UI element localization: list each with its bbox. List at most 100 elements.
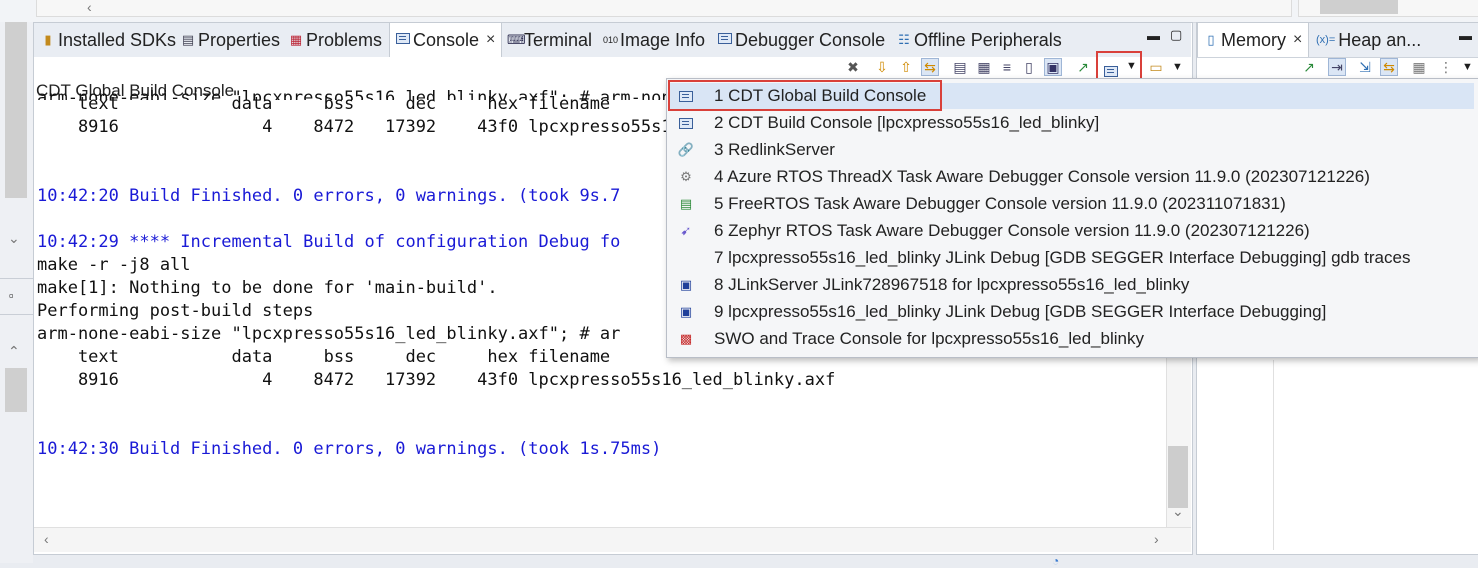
- terminal-icon: ⌨: [507, 32, 526, 47]
- console-horizontal-scrollbar[interactable]: ‹ ›: [34, 527, 1191, 552]
- menu-item-label: 3 RedlinkServer: [714, 140, 835, 159]
- tab-heap[interactable]: (x)= Heap an...: [1316, 23, 1421, 57]
- debugger-console-icon: [718, 33, 732, 47]
- pin-console-icon[interactable]: ▦: [975, 58, 993, 76]
- gutter-divider: [0, 278, 33, 279]
- chevron-down-icon[interactable]: ▼: [1462, 61, 1473, 73]
- chevron-down-icon[interactable]: ▼: [1172, 61, 1183, 73]
- tab-debugger-console[interactable]: Debugger Console: [718, 23, 885, 57]
- scroll-right-icon[interactable]: ›: [1154, 532, 1159, 546]
- left-scroll-thumb[interactable]: [5, 22, 27, 198]
- menu-item-10[interactable]: ▩ SWO and Trace Console for lpcxpresso55s…: [670, 326, 1474, 352]
- tab-label: Memory: [1221, 29, 1287, 50]
- menu-item-8[interactable]: ▣ 8 JLinkServer JLink728967518 for lpcxpr…: [670, 272, 1474, 298]
- tab-memory[interactable]: ▯ Memory ×: [1197, 23, 1310, 57]
- menu-item-6[interactable]: ➹ 6 Zephyr RTOS Task Aware Debugger Conso…: [670, 218, 1474, 244]
- tab-label: Debugger Console: [735, 29, 886, 50]
- tab-console[interactable]: Console ×: [389, 23, 503, 57]
- close-icon[interactable]: ×: [1293, 31, 1302, 49]
- list-icon[interactable]: ≡: [998, 58, 1016, 76]
- scroll-down-icon[interactable]: ⌄: [8, 231, 20, 245]
- previous-icon[interactable]: ⇧: [897, 58, 915, 76]
- restore-icon[interactable]: ▫: [9, 288, 14, 303]
- tab-label: Console: [413, 29, 480, 50]
- tab-problems[interactable]: ▦ Problems: [289, 23, 382, 57]
- menu-highlight-box: [668, 80, 942, 111]
- menu-item-7[interactable]: 7 lpcxpresso55s16_led_blinky JLink Debug…: [670, 245, 1474, 271]
- menu-item-label: 9 lpcxpresso55s16_led_blinky JLink Debug…: [714, 302, 1327, 321]
- tab-label: Image Info: [620, 29, 706, 50]
- tab-label: Terminal: [524, 29, 593, 50]
- console-line: 10:42:30 Build Finished. 0 errors, 0 war…: [37, 439, 662, 459]
- scroll-left-icon[interactable]: ‹: [87, 0, 92, 14]
- scroll-up-icon[interactable]: ⌃: [8, 344, 20, 358]
- menu-item-label: 6 Zephyr RTOS Task Aware Debugger Consol…: [714, 221, 1310, 240]
- menu-item-9[interactable]: ▣ 9 lpcxpresso55s16_led_blinky JLink Debu…: [670, 299, 1474, 325]
- tab-image-info[interactable]: 010 Image Info: [603, 23, 705, 57]
- freertos-icon: ▤: [679, 196, 693, 211]
- console-icon: [396, 33, 410, 47]
- tab-label: Heap an...: [1338, 29, 1422, 50]
- scroll-lock-icon[interactable]: ⇆: [921, 58, 939, 76]
- jlink-icon: ▣: [679, 304, 693, 319]
- open-console-icon[interactable]: ↗: [1074, 58, 1092, 76]
- top-horizontal-scrollbar[interactable]: ‹: [36, 0, 1292, 17]
- add-monitor-icon[interactable]: ↗: [1300, 58, 1318, 76]
- redlink-icon: 🔗: [677, 142, 695, 157]
- document-icon[interactable]: ▯: [1020, 58, 1038, 76]
- tab-terminal[interactable]: ⌨ Terminal: [507, 23, 592, 57]
- close-icon[interactable]: ×: [486, 31, 495, 49]
- jlink-icon: ▣: [679, 277, 693, 292]
- right-top-scroll-thumb[interactable]: [1320, 0, 1398, 14]
- menu-item-5[interactable]: ▤ 5 FreeRTOS Task Aware Debugger Console …: [670, 191, 1474, 217]
- properties-icon: ▤: [181, 32, 195, 47]
- menu-item-3[interactable]: 🔗 3 RedlinkServer: [670, 137, 1474, 163]
- scroll-down-icon[interactable]: ⌄: [1172, 504, 1184, 518]
- blank-icon: [676, 250, 696, 266]
- menu-item-label: 2 CDT Build Console [lpcxpresso55s16_led…: [714, 113, 1100, 132]
- menu-item-4[interactable]: ⚙ 4 Azure RTOS ThreadX Task Aware Debugge…: [670, 164, 1474, 190]
- toggle-icon[interactable]: ⇥: [1328, 58, 1346, 76]
- export-icon[interactable]: ⇲: [1356, 58, 1374, 76]
- tab-offline-peripherals[interactable]: ☷ Offline Peripherals: [897, 23, 1062, 57]
- next-icon[interactable]: ⇩: [873, 58, 891, 76]
- console-toolbar: [34, 57, 1191, 79]
- memory-monitor-list[interactable]: [1197, 360, 1274, 550]
- clear-console-icon[interactable]: ✖: [844, 58, 862, 76]
- gear-icon: ⚙: [680, 169, 692, 184]
- variable-icon: (x)=: [1316, 34, 1336, 46]
- minimize-icon[interactable]: ▬: [1147, 28, 1160, 43]
- status-icon: ◔: [1052, 554, 1060, 568]
- menu-icon[interactable]: ⋮: [1437, 58, 1455, 76]
- menu-item-label: 8 JLinkServer JLink728967518 for lpcxpre…: [714, 275, 1190, 294]
- problems-icon: ▦: [289, 32, 303, 47]
- maximize-icon[interactable]: ▢: [1170, 27, 1182, 43]
- menu-item-2[interactable]: 2 CDT Build Console [lpcxpresso55s16_led…: [670, 110, 1474, 136]
- tab-label: Properties: [198, 29, 281, 50]
- tab-properties[interactable]: ▤ Properties: [181, 23, 280, 57]
- memory-icon: ▯: [1207, 32, 1215, 47]
- menu-item-label: SWO and Trace Console for lpcxpresso55s1…: [714, 329, 1144, 348]
- peripherals-icon: ☷: [898, 32, 910, 47]
- image-info-icon: 010: [603, 35, 619, 45]
- swo-icon: ▩: [679, 331, 693, 346]
- word-wrap-icon[interactable]: ▤: [951, 58, 969, 76]
- menu-item-label: 7 lpcxpresso55s16_led_blinky JLink Debug…: [714, 248, 1411, 267]
- tab-label: Installed SDKs: [58, 29, 177, 50]
- show-on-output-icon[interactable]: ▣: [1044, 58, 1062, 76]
- minimize-icon[interactable]: ▬: [1459, 28, 1472, 43]
- left-scroll-thumb-2[interactable]: [5, 368, 27, 412]
- console-line: 8916 4 8472 17392 43f0 lpcxpresso55s16_l…: [37, 370, 836, 390]
- zephyr-icon: ➹: [680, 223, 692, 238]
- scroll-left-icon[interactable]: ‹: [44, 532, 49, 546]
- chevron-down-icon[interactable]: ▼: [1126, 60, 1137, 72]
- console-scroll-thumb[interactable]: [1168, 446, 1188, 508]
- new-console-icon[interactable]: ▭: [1147, 58, 1165, 76]
- gutter-divider-2: [0, 314, 33, 315]
- link-icon[interactable]: ⇆: [1380, 58, 1398, 76]
- layout-icon[interactable]: ▦: [1410, 58, 1428, 76]
- console-icon: [676, 115, 696, 131]
- tab-installed-sdks[interactable]: ▮ Installed SDKs: [41, 23, 176, 57]
